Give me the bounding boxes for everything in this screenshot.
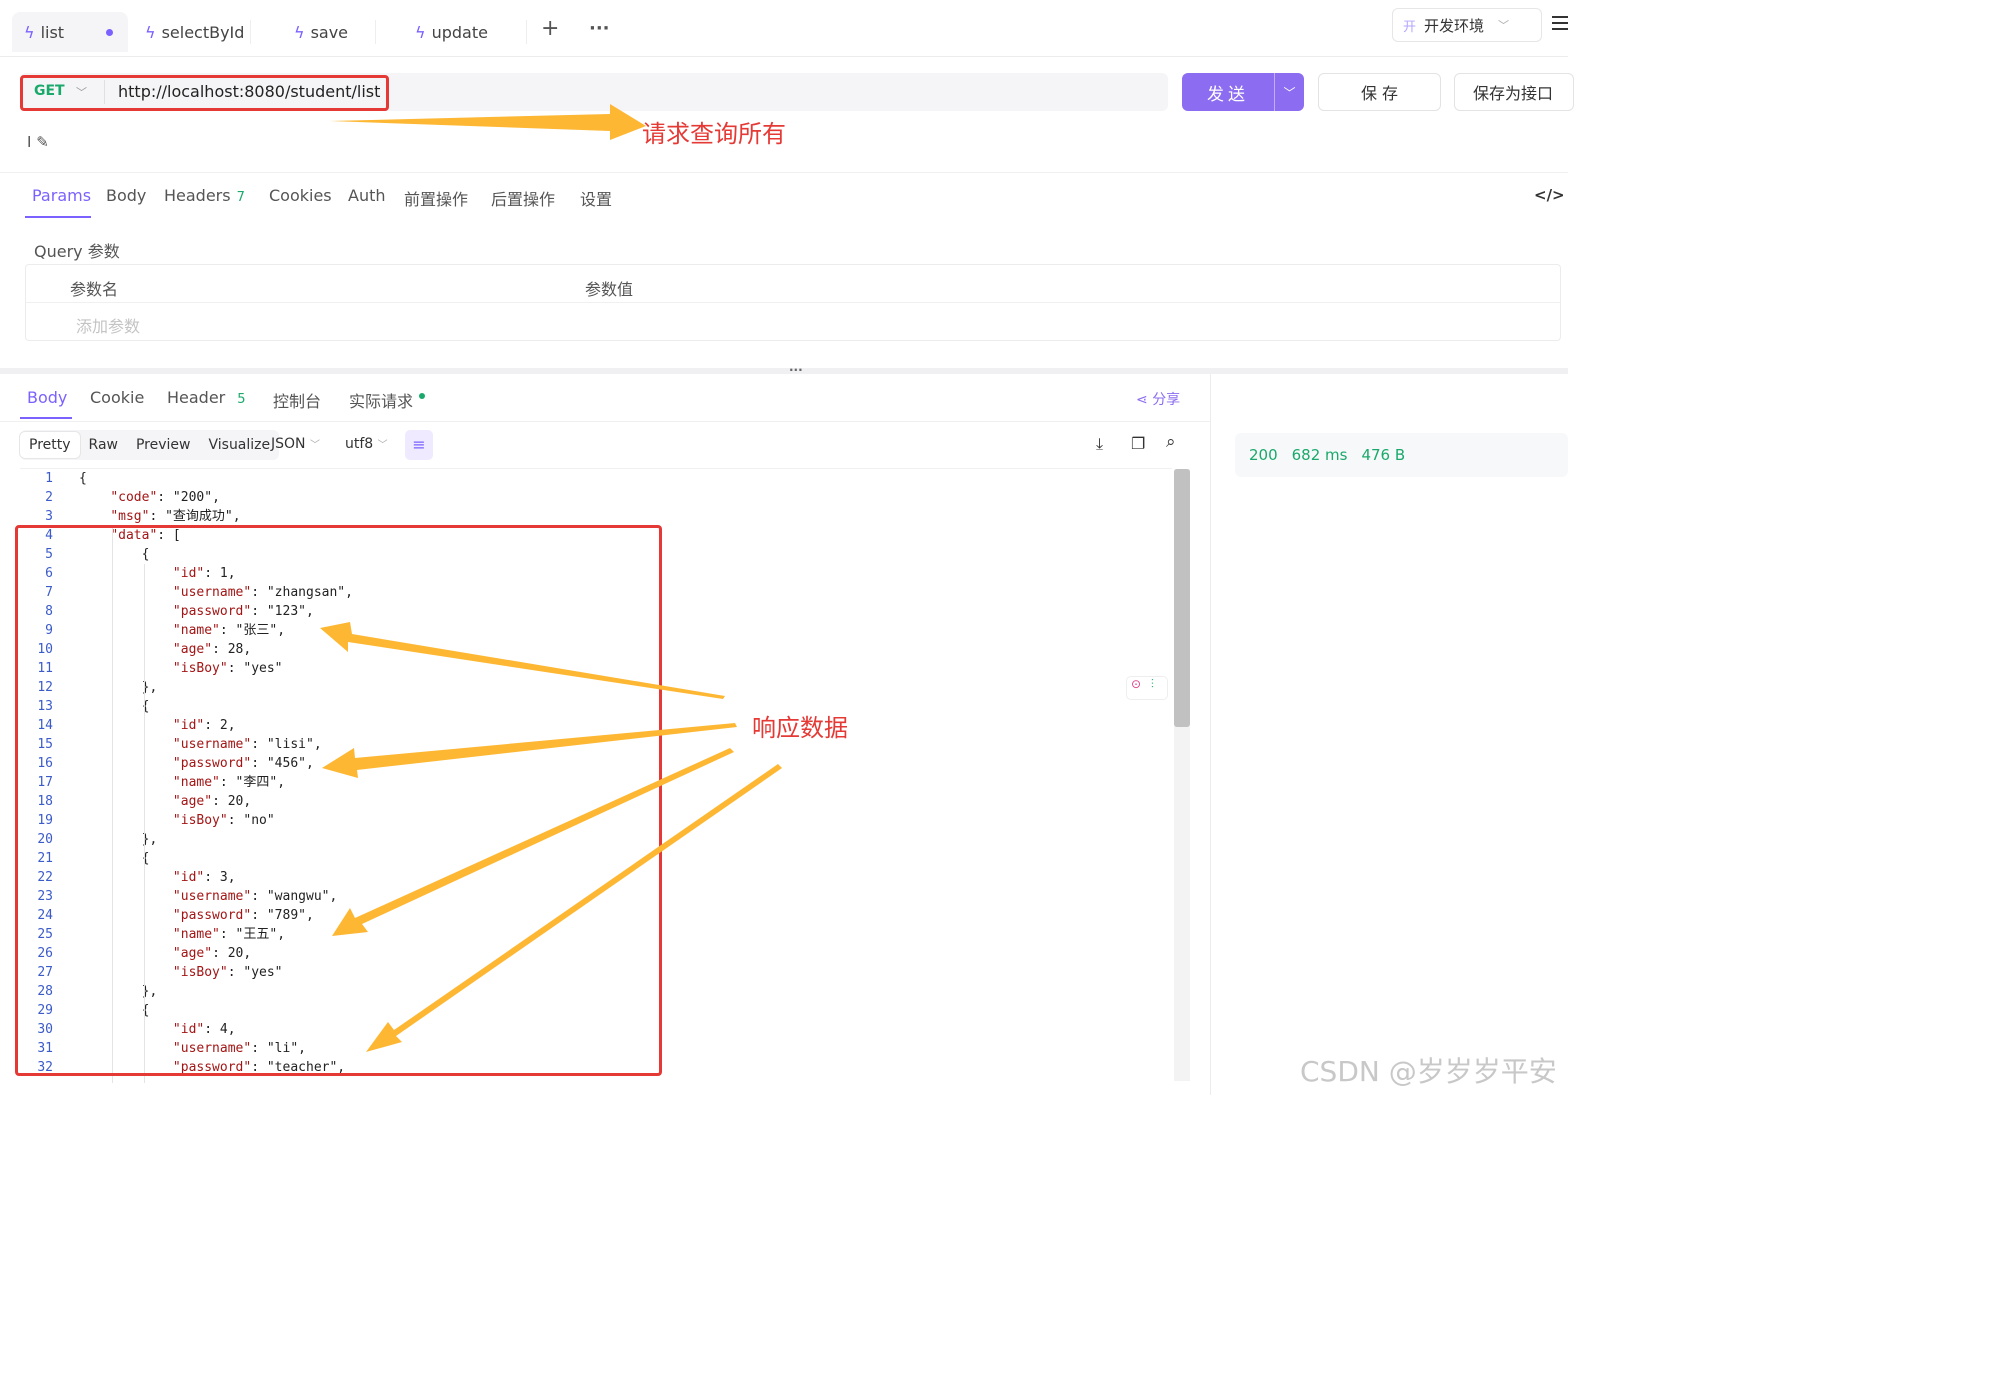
status-dot-icon: [419, 393, 426, 399]
tab-divider: [375, 20, 376, 44]
send-button[interactable]: 发送 ﹀: [1182, 73, 1304, 111]
share-label: 分享: [1152, 392, 1181, 408]
panel-resize-handle[interactable]: [0, 368, 1568, 374]
view-mode-pretty[interactable]: Pretty: [20, 432, 80, 458]
add-param-input[interactable]: 添加参数: [76, 313, 140, 337]
tab-label: Header: [167, 388, 226, 407]
code-scrollbar-thumb[interactable]: [1174, 469, 1190, 727]
line-number: 1: [45, 471, 53, 486]
environment-selector[interactable]: 开 开发环境 ﹀: [1392, 8, 1542, 42]
encoding-select[interactable]: utf8 ﹀: [345, 436, 388, 452]
tab-response-body[interactable]: Body: [27, 388, 67, 407]
code-icon[interactable]: </>: [1534, 186, 1565, 204]
copy-icon[interactable]: ❐: [1131, 434, 1145, 453]
annotation-arrows-response: [320, 622, 782, 1052]
column-param-name: 参数名: [70, 280, 119, 299]
headers-count-badge: 7: [236, 190, 245, 205]
response-stats: 200 682 ms 476 B: [1235, 433, 1568, 477]
code-tools: ⊙ ⫶: [1127, 677, 1167, 699]
encoding-label: utf8: [345, 436, 374, 452]
save-button[interactable]: 保 存: [1318, 73, 1441, 111]
tab-body[interactable]: Body: [106, 186, 146, 205]
active-tab-underline: [25, 216, 91, 218]
view-mode-raw[interactable]: Raw: [80, 432, 127, 458]
annotation-response: 响应数据: [752, 714, 848, 742]
drag-handle-icon[interactable]: ···: [789, 363, 803, 377]
annotation-arrow-request: [330, 104, 646, 140]
tab-label: 实际请求: [349, 392, 414, 411]
column-param-value: 参数值: [585, 280, 634, 299]
query-title: Query 参数: [34, 242, 120, 261]
chevron-down-icon: ﹀: [377, 440, 388, 451]
tab-response-cookie[interactable]: Cookie: [90, 388, 144, 407]
tab-label: update: [431, 22, 488, 42]
tab-cookies[interactable]: Cookies: [269, 186, 332, 205]
chevron-down-icon[interactable]: ﹀: [1275, 84, 1304, 101]
tab-pre-processors[interactable]: 前置操作: [404, 186, 468, 210]
description-edit-icon[interactable]: I ✎: [27, 133, 49, 151]
view-mode-switch: Pretty Raw Preview Visualize: [20, 430, 280, 460]
format-label: JSON: [271, 436, 306, 452]
word-wrap-icon[interactable]: ≡: [405, 430, 433, 460]
tab-actual-request[interactable]: 实际请求: [349, 388, 426, 412]
chevron-down-icon: ﹀: [1498, 19, 1510, 32]
tab-headers[interactable]: Headers 7: [164, 186, 245, 205]
add-tab-icon[interactable]: +: [541, 16, 559, 41]
header-count-badge: 5: [237, 392, 246, 407]
view-mode-visualize[interactable]: Visualize: [199, 432, 279, 458]
extract-icon[interactable]: ⊙: [1131, 677, 1141, 691]
code-line: "msg": "查询成功",: [110, 509, 241, 524]
tab-console[interactable]: 控制台: [273, 388, 321, 412]
response-tab-divider: [0, 421, 1210, 422]
active-tab-underline: [20, 417, 72, 419]
tab-label: selectById: [161, 22, 245, 42]
tab-params[interactable]: Params: [32, 186, 91, 205]
share-icon: ⋖: [1136, 392, 1148, 408]
save-as-api-button[interactable]: 保存为接口: [1454, 73, 1574, 111]
env-icon: 开: [1403, 19, 1417, 35]
response-panel-divider: [1210, 374, 1211, 1095]
tab-list[interactable]: ϟ list: [12, 12, 128, 52]
tab-settings[interactable]: 设置: [580, 186, 612, 210]
search-icon[interactable]: ⌕: [1166, 432, 1176, 452]
assert-icon[interactable]: ⫶: [1151, 677, 1154, 691]
line-number: 3: [45, 509, 53, 524]
response-time: 682 ms: [1291, 446, 1348, 464]
bolt-icon: ϟ: [145, 22, 156, 42]
view-mode-preview[interactable]: Preview: [127, 432, 200, 458]
tab-update[interactable]: ϟ update: [415, 12, 488, 52]
tab-label: Headers: [164, 186, 231, 205]
tab-divider: [250, 20, 251, 44]
tab-selectbyid[interactable]: ϟ selectById: [145, 12, 244, 52]
watermark: CSDN @岁岁岁平安: [1300, 1055, 1557, 1088]
chevron-down-icon: ﹀: [309, 440, 320, 451]
code-line: "code": "200",: [110, 490, 220, 505]
table-divider: [26, 302, 1560, 303]
response-size: 476 B: [1361, 446, 1406, 464]
tab-divider: [526, 20, 527, 44]
tab-post-processors[interactable]: 后置操作: [491, 186, 555, 210]
menu-icon[interactable]: [1552, 16, 1568, 30]
bolt-icon: ϟ: [294, 22, 305, 42]
download-icon[interactable]: ⤓: [1096, 434, 1103, 454]
format-select[interactable]: JSON ﹀: [271, 436, 320, 452]
tab-save[interactable]: ϟ save: [294, 12, 348, 52]
share-button[interactable]: ⋖ 分享: [1136, 389, 1180, 409]
annotation-request: 请求查询所有: [642, 120, 786, 148]
tab-response-header[interactable]: Header 5: [167, 388, 246, 407]
env-label: 开发环境: [1424, 16, 1485, 35]
status-code: 200: [1249, 446, 1278, 464]
more-tabs-icon[interactable]: ···: [589, 18, 610, 39]
tab-label: save: [310, 22, 349, 42]
tab-auth[interactable]: Auth: [348, 186, 386, 205]
tab-label: list: [40, 22, 65, 42]
send-label: 发送: [1207, 84, 1249, 105]
code-line: {: [79, 471, 87, 486]
bolt-icon: ϟ: [415, 22, 426, 42]
unsaved-dot-icon: [106, 28, 114, 36]
line-number: 2: [45, 490, 53, 505]
bolt-icon: ϟ: [24, 22, 35, 42]
